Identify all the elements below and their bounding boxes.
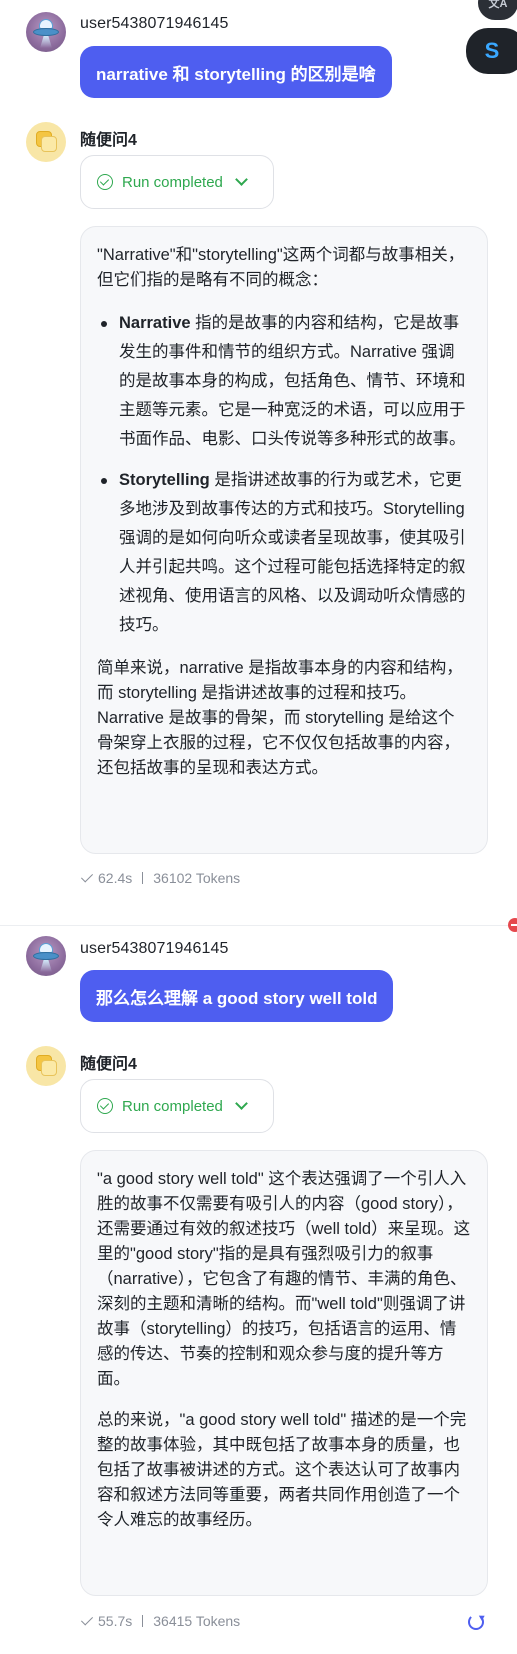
answer-meta: 62.4s 36102 Tokens	[80, 869, 241, 886]
answer-conclusion: 简单来说，narrative 是指故事本身的内容和结构，而 storytelli…	[97, 659, 463, 777]
run-status-toggle[interactable]: Run completed	[80, 155, 274, 209]
user-message: narrative 和 storytelling 的区别是啥	[80, 46, 392, 98]
check-circle-icon	[97, 1098, 113, 1114]
bot-avatar[interactable]	[26, 122, 66, 162]
bullet-term: Narrative	[119, 314, 191, 332]
run-status-label: Run completed	[122, 1097, 223, 1115]
translate-icon: 文A	[488, 0, 508, 10]
bullet-term: Storytelling	[119, 471, 210, 489]
username: user5438071946145	[80, 940, 229, 957]
user-avatar[interactable]	[26, 936, 66, 976]
token-count: 36102 Tokens	[153, 870, 241, 886]
bullet-text: 指的是故事的内容和结构，它是故事发生的事件和情节的组织方式。Narrative …	[119, 314, 466, 448]
answer-meta: 55.7s 36415 Tokens	[80, 1612, 241, 1629]
user-avatar[interactable]	[26, 12, 66, 52]
username: user5438071946145	[80, 15, 229, 32]
run-status-label: Run completed	[122, 173, 223, 191]
bot-name: 随便问4	[80, 1056, 137, 1073]
check-circle-icon	[97, 174, 113, 190]
response-time: 55.7s	[98, 1613, 133, 1629]
chevron-down-icon	[235, 173, 248, 186]
turn-divider	[0, 925, 517, 926]
check-icon	[80, 1612, 94, 1626]
meta-divider	[142, 1615, 144, 1627]
answer-intro: "Narrative"和"storytelling"这两个词都与故事相关，但它们…	[97, 246, 465, 289]
token-count: 36415 Tokens	[153, 1613, 241, 1629]
bot-answer: "a good story well told" 这个表达强调了一个引人入胜的故…	[80, 1150, 488, 1596]
answer-paragraph: 总的来说，"a good story well told" 描述的是一个完整的故…	[97, 1411, 467, 1529]
remove-icon[interactable]	[508, 918, 517, 932]
bullet-text: 是指讲述故事的行为或艺术，它更多地涉及到故事传达的方式和技巧。Storytell…	[119, 471, 466, 634]
check-icon	[80, 869, 94, 883]
bot-avatar[interactable]	[26, 1046, 66, 1086]
regenerate-icon[interactable]	[468, 1614, 484, 1630]
user-message: 那么怎么理解 a good story well told	[80, 970, 394, 1022]
assistant-button[interactable]: S	[466, 28, 517, 74]
answer-bullets: Narrative 指的是故事的内容和结构，它是故事发生的事件和情节的组织方式。…	[97, 309, 471, 640]
list-item: Narrative 指的是故事的内容和结构，它是故事发生的事件和情节的组织方式。…	[97, 309, 471, 454]
answer-paragraph: "a good story well told" 这个表达强调了一个引人入胜的故…	[97, 1170, 471, 1388]
chevron-down-icon	[235, 1097, 248, 1110]
response-time: 62.4s	[98, 870, 133, 886]
meta-divider	[142, 872, 144, 884]
bot-name: 随便问4	[80, 132, 137, 149]
list-item: Storytelling 是指讲述故事的行为或艺术，它更多地涉及到故事传达的方式…	[97, 466, 471, 640]
chat-page: 文A S user5438071946145 narrative 和 story…	[0, 0, 517, 1654]
translate-button[interactable]: 文A	[478, 0, 517, 20]
assistant-icon: S	[484, 38, 500, 63]
run-status-toggle[interactable]: Run completed	[80, 1079, 274, 1133]
bot-answer: "Narrative"和"storytelling"这两个词都与故事相关，但它们…	[80, 226, 488, 854]
